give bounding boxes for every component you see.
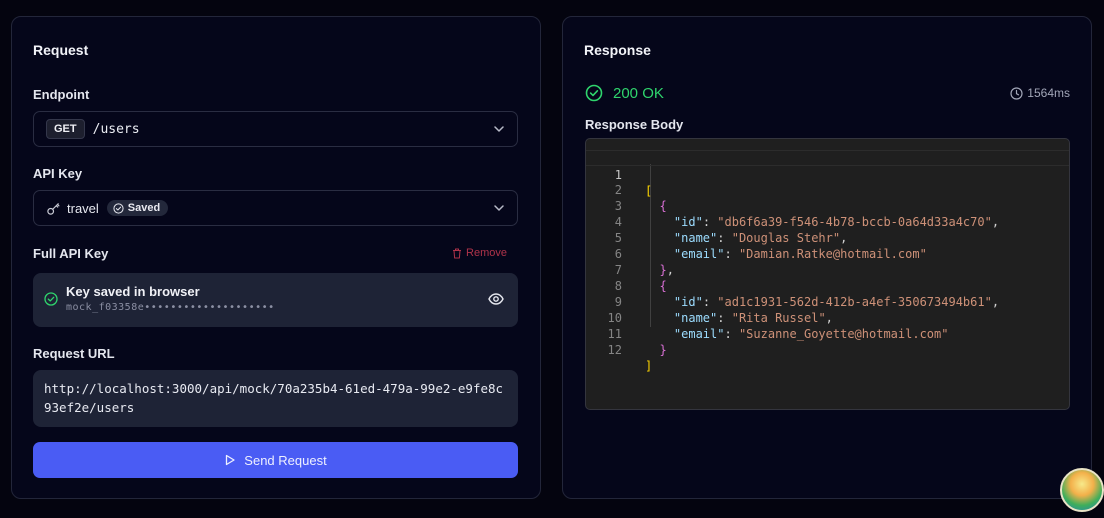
clock-icon — [1010, 86, 1023, 100]
api-key-select[interactable]: travel Saved — [33, 190, 518, 226]
status-text: 200 OK — [613, 84, 664, 102]
saved-badge-label: Saved — [127, 202, 161, 214]
send-request-label: Send Request — [244, 452, 327, 468]
check-circle-icon — [44, 292, 58, 306]
chevron-down-icon — [494, 205, 504, 211]
response-body-editor[interactable]: 1 [ 2 { 3 "id": "db6f6a39-f546-4b78-bccb… — [585, 138, 1070, 410]
endpoint-label: Endpoint — [33, 87, 90, 102]
code-line-6: 6 }, — [614, 247, 674, 277]
status-indicator: 200 OK — [585, 84, 664, 102]
check-circle-icon — [585, 84, 603, 102]
user-avatar[interactable] — [1060, 468, 1104, 512]
key-icon — [47, 202, 60, 215]
key-saved-title: Key saved in browser — [66, 284, 200, 299]
request-title: Request — [33, 42, 89, 58]
code-line-8: 8 "id": "ad1c1931-562d-412b-a4ef-3506734… — [614, 279, 1000, 309]
request-url-label: Request URL — [33, 346, 115, 361]
code-line-10: 10 "email": "Suzanne_Goyette@hotmail.com… — [607, 311, 949, 341]
eye-icon[interactable] — [488, 292, 504, 306]
send-request-button[interactable]: Send Request — [33, 442, 518, 478]
remove-key-button[interactable]: Remove — [452, 247, 507, 259]
endpoint-path: /users — [92, 121, 140, 137]
code-line-7: 7 { — [614, 263, 667, 293]
method-badge: GET — [46, 119, 85, 139]
api-key-name: travel — [67, 200, 99, 216]
trash-icon — [453, 248, 462, 258]
saved-key-box: Key saved in browser mock_f03358e•••••••… — [33, 273, 518, 327]
full-api-key-label: Full API Key — [33, 246, 109, 261]
code-line-2: 2 { — [614, 183, 667, 213]
endpoint-select[interactable]: GET /users — [33, 111, 518, 147]
code-line-9: 9 "name": "Rita Russel", — [614, 295, 833, 325]
check-circle-icon — [113, 202, 124, 214]
api-key-label: API Key — [33, 166, 83, 181]
saved-badge: Saved — [106, 200, 169, 216]
code-line-3: 3 "id": "db6f6a39-f546-4b78-bccb-0a64d33… — [614, 199, 1000, 229]
remove-label: Remove — [466, 247, 507, 259]
chevron-down-icon — [494, 126, 504, 132]
response-panel: Response 200 OK 1564ms Response Body 1 [… — [562, 16, 1092, 499]
request-panel: Request Endpoint GET /users API Key trav… — [11, 16, 541, 499]
request-url: http://localhost:3000/api/mock/70a235b4-… — [33, 370, 518, 427]
response-body-label: Response Body — [585, 117, 684, 132]
code-line-11: 11 } — [607, 327, 667, 357]
masked-key: mock_f03358e•••••••••••••••••••• — [66, 302, 275, 313]
response-time-value: 1564ms — [1027, 86, 1070, 100]
response-time: 1564ms — [1010, 86, 1070, 100]
code-line-1: 1 [ — [586, 150, 1069, 198]
code-line-4: 4 "name": "Douglas Stehr", — [614, 215, 848, 245]
code-line-5: 5 "email": "Damian.Ratke@hotmail.com" — [614, 231, 927, 261]
code-line-12: 12 ] — [607, 343, 653, 373]
response-title: Response — [584, 42, 651, 58]
play-icon — [226, 454, 235, 466]
